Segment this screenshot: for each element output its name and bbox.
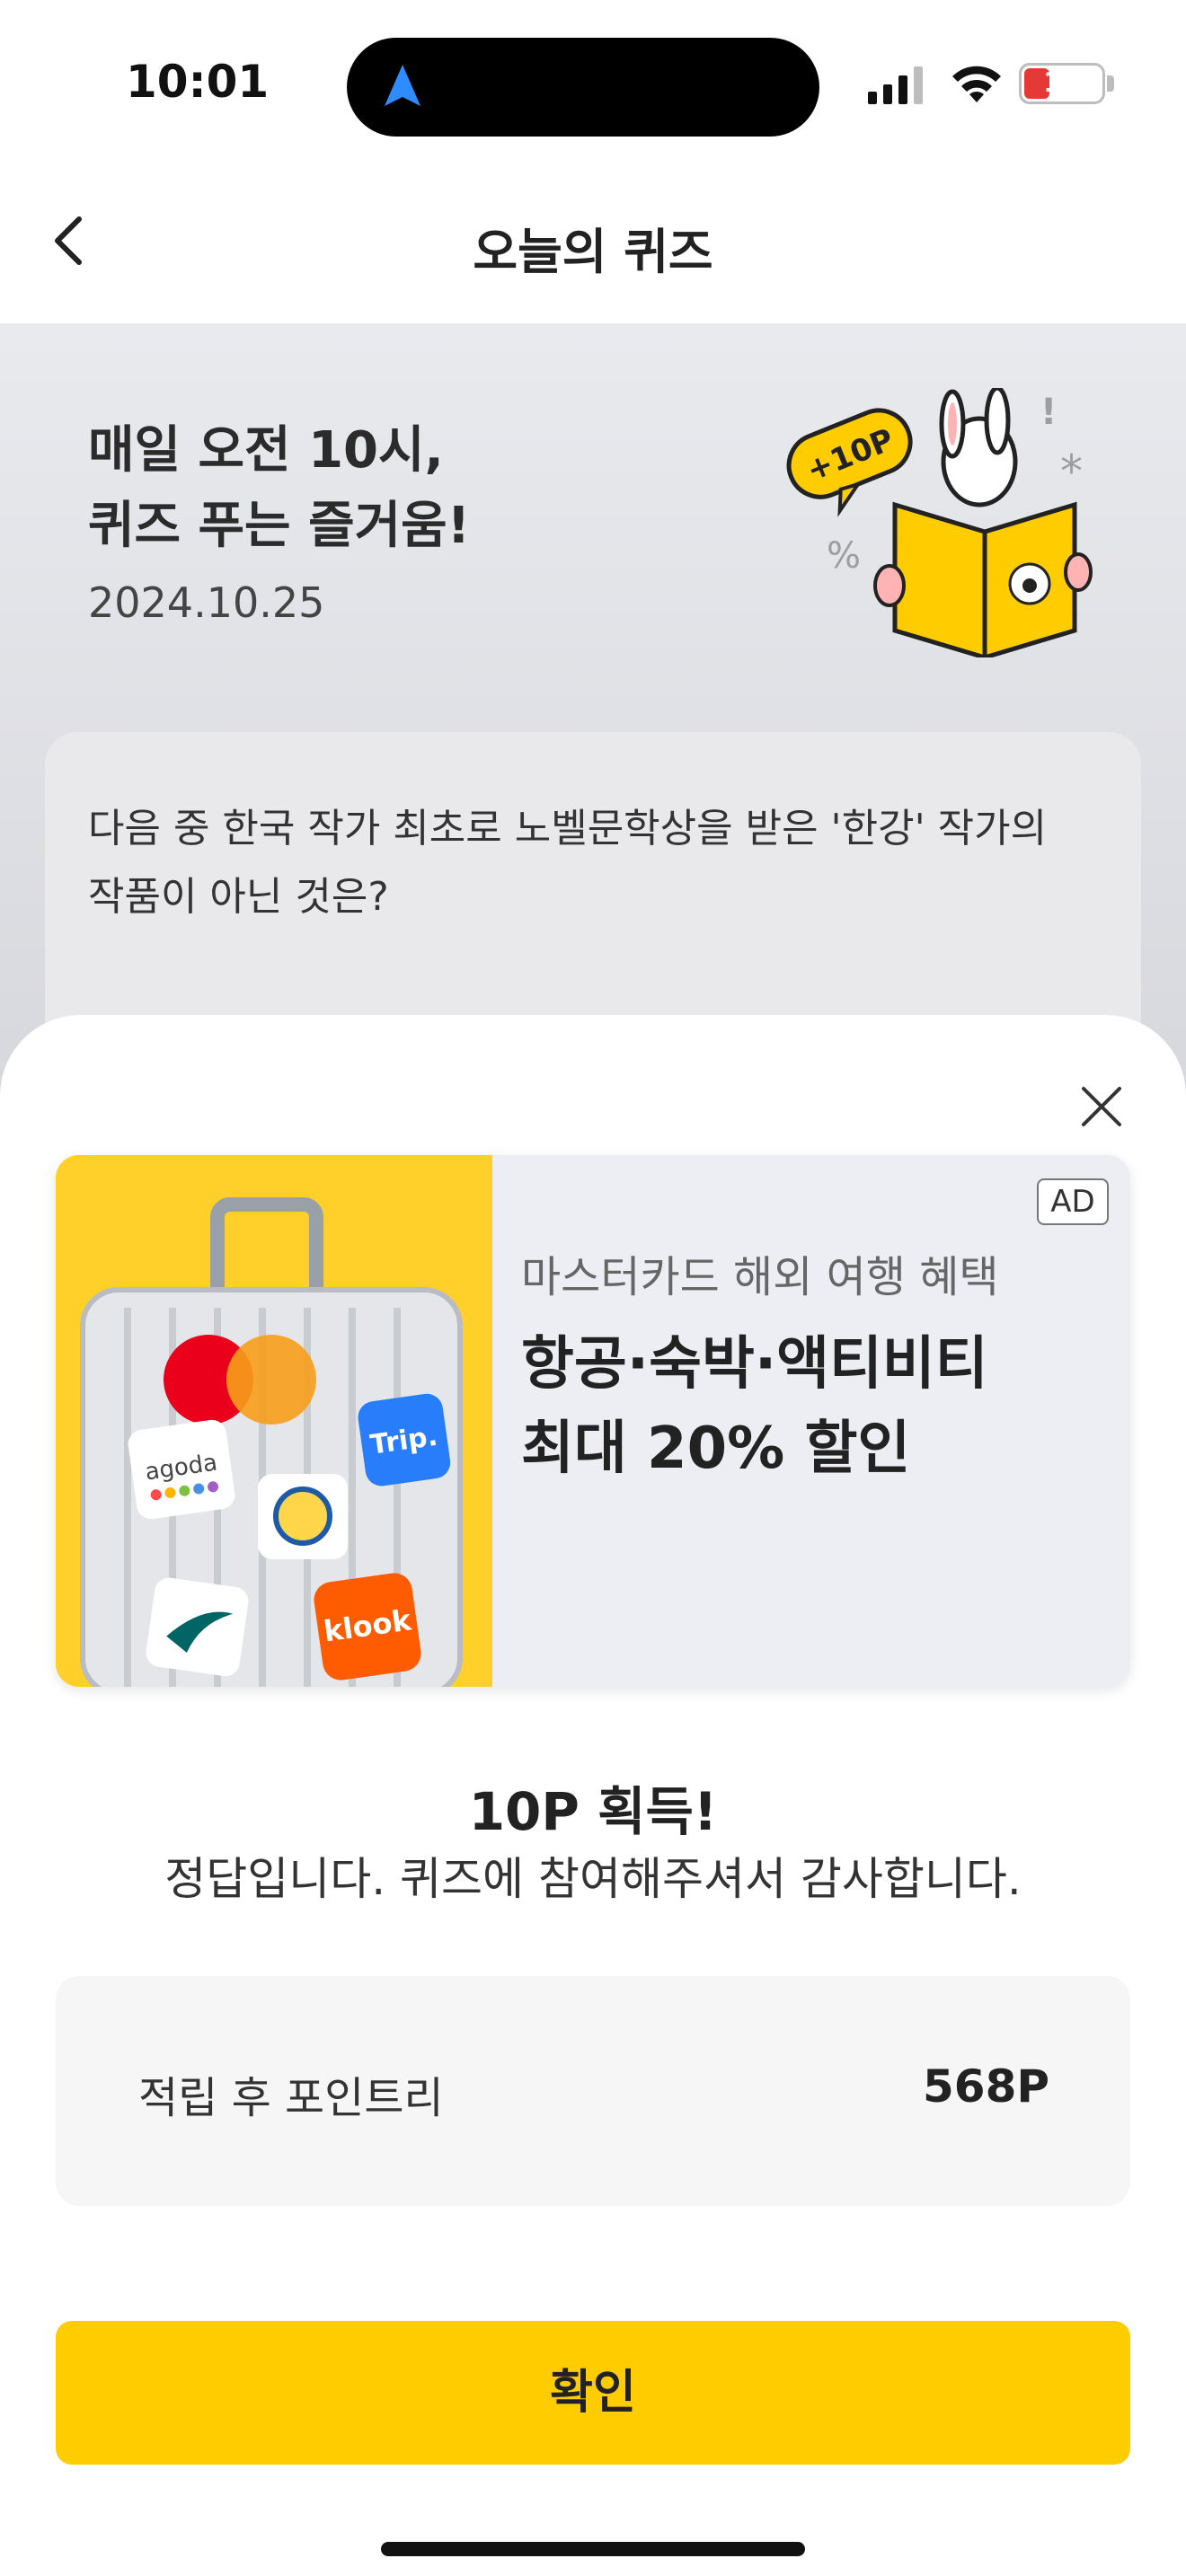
cathay-sticker [146, 1577, 249, 1677]
reward-message: 정답입니다. 퀴즈에 참여해주셔서 감사합니다. [164, 1853, 1022, 1905]
hero-title: 매일 오전 10시, 퀴즈 푸는 즐거움! [88, 413, 470, 564]
question-line1: 다음 중 한국 작가 최초로 노벨문학상을 받은 '한강' 작가의 [88, 806, 1048, 851]
quiz-date: 2024.10.25 [88, 578, 325, 627]
signal-icon [868, 66, 923, 104]
points-label: 적립 후 포인트리 [138, 2073, 444, 2123]
svg-text:*: * [1060, 446, 1083, 498]
ad-headline-line2: 최대 20% 할인 [521, 1416, 911, 1482]
svg-text:%: % [827, 535, 861, 577]
close-icon[interactable] [1075, 1080, 1128, 1134]
status-bar: 10:01 13 [0, 0, 1186, 162]
result-bottom-sheet: agoda Trip. klook AD 마스터카드 해외 여행 혜택 항공·숙… [0, 1015, 1186, 2576]
status-time: 10:01 [126, 56, 270, 108]
hero-title-line1: 매일 오전 10시, [88, 421, 444, 480]
ad-banner[interactable]: agoda Trip. klook AD 마스터카드 해외 여행 혜택 항공·숙… [56, 1155, 1130, 1687]
home-indicator[interactable] [381, 2542, 805, 2556]
ad-headline-line1: 항공·숙박·액티비티 [521, 1331, 988, 1398]
luggage-ad-image: agoda Trip. klook [56, 1155, 492, 1687]
ad-subtitle: 마스터카드 해외 여행 혜택 [521, 1252, 999, 1302]
battery-icon: 13 [1019, 63, 1105, 104]
page-title: 오늘의 퀴즈 [473, 224, 713, 280]
reading-mascot-illustration: ! * % +10P [786, 388, 1093, 657]
agoda-sticker: agoda [128, 1419, 235, 1520]
confirm-button[interactable]: 확인 [56, 2321, 1130, 2465]
question-line2: 작품이 아닌 것은? [88, 874, 389, 920]
navigation-arrow-icon [385, 65, 420, 106]
ad-badge: AD [1037, 1178, 1109, 1225]
penguin-sticker [258, 1474, 348, 1559]
points-summary: 적립 후 포인트리 568P [56, 1976, 1130, 2206]
points-value: 568P [922, 2060, 1049, 2113]
dynamic-island [347, 38, 819, 137]
klook-sticker: klook [314, 1573, 421, 1681]
wifi-icon [952, 66, 1001, 102]
ad-headline: 항공·숙박·액티비티 최대 20% 할인 [521, 1322, 988, 1491]
reward-title: 10P 획득! [468, 1781, 718, 1842]
battery-level: 13 [1043, 67, 1081, 99]
trip-sticker: Trip. [358, 1393, 451, 1486]
battery-cap [1107, 75, 1114, 92]
nav-bar: 오늘의 퀴즈 [0, 162, 1186, 323]
hero-title-line2: 퀴즈 푸는 즐거움! [88, 497, 471, 555]
question-text: 다음 중 한국 작가 최초로 노벨문학상을 받은 '한강' 작가의 작품이 아닌… [88, 795, 1112, 931]
svg-text:!: ! [1040, 392, 1057, 433]
